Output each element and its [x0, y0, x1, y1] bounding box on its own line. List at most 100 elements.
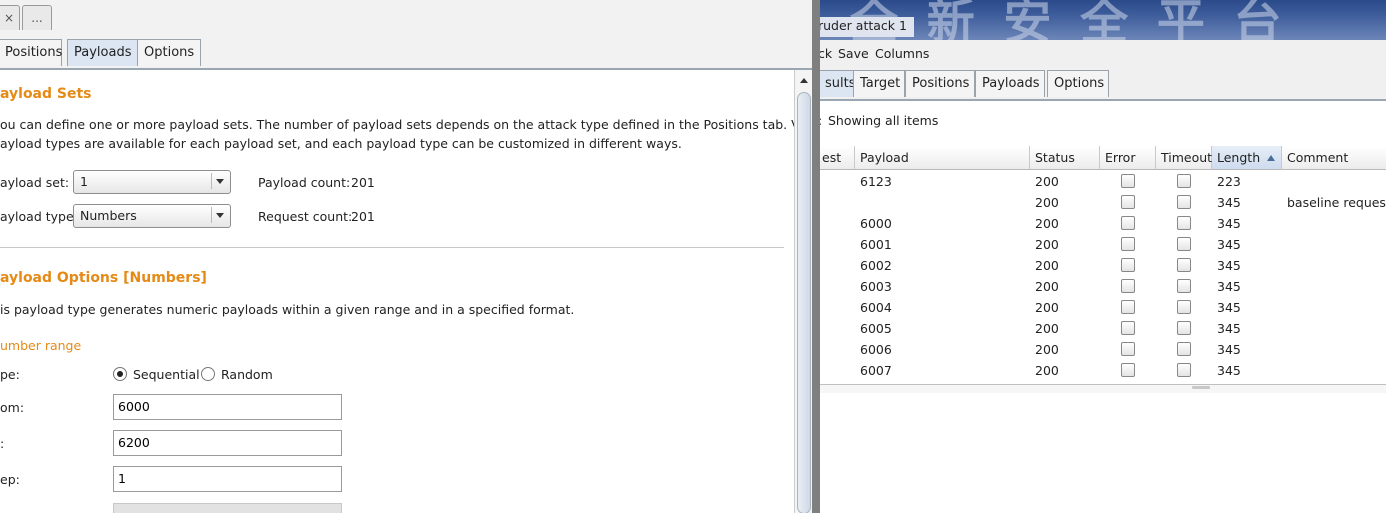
error-checkbox[interactable]	[1121, 195, 1135, 209]
tab-payloads[interactable]: Payloads	[975, 70, 1045, 97]
scroll-thumb[interactable]	[797, 92, 811, 513]
timeout-checkbox[interactable]	[1177, 300, 1191, 314]
error-checkbox[interactable]	[1121, 216, 1135, 230]
cell-status: 200	[1035, 195, 1059, 210]
from-field[interactable]	[113, 394, 342, 420]
col-request[interactable]: est	[820, 146, 855, 170]
col-comment[interactable]: Comment	[1282, 146, 1386, 170]
filter-label: :	[820, 113, 822, 128]
payload-sets-desc-2: ayload types are available for each payl…	[0, 136, 682, 151]
table-row[interactable]: 200 345 baseline request	[820, 192, 1386, 213]
table-row[interactable]: 6002 200 345	[820, 255, 1386, 276]
payload-options-heading: ayload Options [Numbers]	[0, 270, 207, 286]
close-tab-button[interactable]: ×	[0, 5, 20, 30]
payload-set-value: 1	[80, 174, 88, 189]
col-status[interactable]: Status	[1030, 146, 1100, 170]
col-length[interactable]: Length	[1212, 146, 1282, 170]
chevron-down-icon[interactable]	[211, 173, 228, 189]
table-row[interactable]: 6123 200 223	[820, 171, 1386, 192]
ellipsis-icon[interactable]: ...	[31, 11, 42, 25]
error-checkbox[interactable]	[1121, 258, 1135, 272]
payload-type-label: ayload type:	[0, 209, 78, 224]
col-error[interactable]: Error	[1100, 146, 1156, 170]
timeout-checkbox[interactable]	[1177, 195, 1191, 209]
table-row[interactable]: 6001 200 345	[820, 234, 1386, 255]
menu-bar: ck Save Columns	[820, 40, 1386, 67]
timeout-checkbox[interactable]	[1177, 321, 1191, 335]
random-label[interactable]: Random	[221, 367, 273, 382]
tab-positions[interactable]: Positions	[0, 39, 62, 66]
cell-length: 345	[1217, 195, 1241, 210]
to-label: :	[0, 436, 5, 451]
table-row[interactable]: 6000 200 345	[820, 213, 1386, 234]
error-checkbox[interactable]	[1121, 363, 1135, 377]
menu-save[interactable]: Save	[838, 46, 869, 61]
scroll-up-icon[interactable]	[797, 74, 811, 88]
cell-length: 345	[1217, 321, 1241, 336]
timeout-checkbox[interactable]	[1177, 237, 1191, 251]
error-checkbox[interactable]	[1121, 321, 1135, 335]
menu-attack[interactable]: ck	[820, 46, 832, 61]
to-field[interactable]	[113, 430, 342, 456]
cell-length: 345	[1217, 237, 1241, 252]
chevron-down-icon[interactable]	[211, 207, 228, 223]
menu-columns[interactable]: Columns	[875, 46, 929, 61]
tab-payloads[interactable]: Payloads	[67, 39, 139, 66]
table-row[interactable]: 6005 200 345	[820, 318, 1386, 339]
payload-sets-desc-1: ou can define one or more payload sets. …	[0, 117, 812, 132]
table-row[interactable]: 6004 200 345	[820, 297, 1386, 318]
cell-length: 345	[1217, 300, 1241, 315]
timeout-checkbox[interactable]	[1177, 342, 1191, 356]
more-tabs-button[interactable]: ...	[22, 5, 52, 30]
tab-positions[interactable]: Positions	[905, 70, 975, 97]
sequential-label[interactable]: Sequential	[133, 367, 200, 382]
payload-type-select[interactable]: Numbers	[73, 204, 231, 228]
timeout-checkbox[interactable]	[1177, 258, 1191, 272]
intruder-config-window: × ... Positions Payloads Options ayload …	[0, 0, 812, 513]
timeout-checkbox[interactable]	[1177, 279, 1191, 293]
timeout-checkbox[interactable]	[1177, 174, 1191, 188]
top-tab-strip: × ...	[0, 0, 812, 37]
table-row[interactable]: 6007 200 345	[820, 360, 1386, 381]
filter-bar[interactable]: : Showing all items	[820, 101, 1386, 141]
intruder-attack-window: 全 新 安 全 平 台 ruder attack 1 ck Save Colum…	[820, 0, 1386, 513]
to-input[interactable]	[114, 431, 341, 453]
cell-status: 200	[1035, 279, 1059, 294]
close-icon[interactable]: ×	[4, 11, 14, 25]
from-label: om:	[0, 400, 25, 415]
timeout-checkbox[interactable]	[1177, 363, 1191, 377]
tab-target[interactable]: Target	[853, 70, 905, 97]
table-row[interactable]: 6003 200 345	[820, 276, 1386, 297]
payload-set-select[interactable]: 1	[73, 170, 231, 194]
payloads-panel: ayload Sets ou can define one or more pa…	[0, 70, 812, 513]
from-input[interactable]	[114, 395, 341, 417]
tab-options[interactable]: Options	[137, 39, 201, 66]
resize-grip-icon[interactable]	[1192, 386, 1210, 389]
error-checkbox[interactable]	[1121, 279, 1135, 293]
cell-payload: 6000	[860, 216, 892, 231]
random-radio[interactable]	[201, 367, 215, 381]
col-timeout[interactable]: Timeout	[1156, 146, 1212, 170]
step-label: ep:	[0, 472, 20, 487]
step-input[interactable]	[114, 467, 341, 489]
col-payload[interactable]: Payload	[855, 146, 1030, 170]
cell-status: 200	[1035, 216, 1059, 231]
cell-status: 200	[1035, 363, 1059, 378]
error-checkbox[interactable]	[1121, 174, 1135, 188]
payload-sets-heading: ayload Sets	[0, 86, 92, 102]
table-resize-bar[interactable]	[820, 384, 1386, 393]
timeout-checkbox[interactable]	[1177, 216, 1191, 230]
step-field[interactable]	[113, 466, 342, 492]
cell-payload: 6003	[860, 279, 892, 294]
sequential-radio[interactable]	[113, 367, 127, 381]
vertical-scrollbar[interactable]	[794, 70, 812, 513]
request-count-value: 201	[351, 209, 375, 224]
error-checkbox[interactable]	[1121, 237, 1135, 251]
sort-ascending-icon	[1267, 155, 1275, 161]
error-checkbox[interactable]	[1121, 342, 1135, 356]
error-checkbox[interactable]	[1121, 300, 1135, 314]
filter-text[interactable]: Showing all items	[828, 113, 938, 128]
config-tab-row: Positions Payloads Options	[0, 36, 812, 70]
table-row[interactable]: 6006 200 345	[820, 339, 1386, 360]
tab-options[interactable]: Options	[1047, 70, 1109, 97]
